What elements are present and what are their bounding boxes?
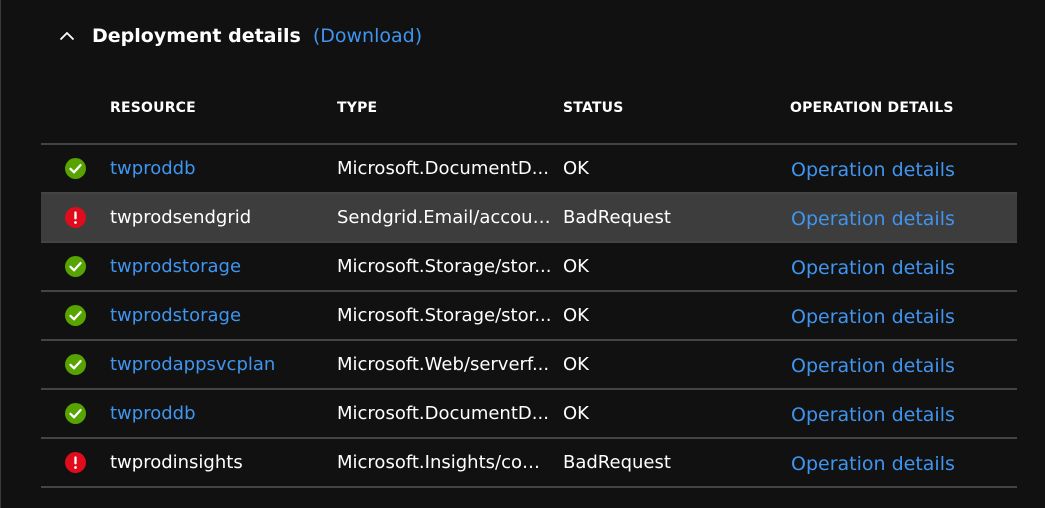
resource-name[interactable]: twproddb bbox=[110, 390, 196, 437]
status-text: BadRequest bbox=[563, 452, 671, 473]
resource-type: Microsoft.DocumentD... bbox=[337, 403, 549, 424]
chevron-up-icon[interactable] bbox=[57, 26, 77, 46]
operation-details-link[interactable]: Operation details bbox=[791, 392, 955, 439]
table-row[interactable]: twproddb Microsoft.DocumentD... OK Operatio… bbox=[41, 390, 1017, 439]
status-text: OK bbox=[563, 305, 589, 326]
resource-type: Microsoft.DocumentD... bbox=[337, 158, 549, 179]
operation-details-link[interactable]: Operation details bbox=[791, 147, 955, 194]
resource-name[interactable]: twproddb bbox=[110, 145, 196, 192]
table-row[interactable]: twprodinsights Microsoft.Insights/com... B… bbox=[41, 439, 1017, 488]
operation-details-link[interactable]: Operation details bbox=[791, 245, 955, 292]
resource-name[interactable]: twprodappsvcplan bbox=[110, 341, 275, 388]
resource-type: Sendgrid.Email/accounts bbox=[337, 207, 552, 228]
deployment-details-header: Deployment details (Download) bbox=[57, 22, 422, 50]
table-header: RESOURCE TYPE STATUS OPERATION DETAILS bbox=[41, 88, 1017, 145]
status-text: OK bbox=[563, 403, 589, 424]
download-link[interactable]: (Download) bbox=[313, 25, 422, 47]
table-row[interactable]: twprodappsvcplan Microsoft.Web/serverf...… bbox=[41, 341, 1017, 390]
column-header-status: STATUS bbox=[563, 100, 624, 116]
table-body: twproddb Microsoft.DocumentD... OK Operatio… bbox=[41, 145, 1017, 488]
status-text: OK bbox=[563, 354, 589, 375]
success-check-icon bbox=[65, 145, 87, 192]
table-row[interactable]: twprodsendgrid Sendgrid.Email/accounts Bad… bbox=[41, 194, 1017, 243]
success-check-icon bbox=[65, 292, 87, 339]
resource-type: Microsoft.Storage/stor... bbox=[337, 305, 552, 326]
column-header-type: TYPE bbox=[337, 100, 378, 116]
resource-name: twprodsendgrid bbox=[110, 207, 252, 228]
error-exclamation-icon bbox=[65, 439, 87, 486]
success-check-icon bbox=[65, 341, 87, 388]
status-text: OK bbox=[563, 158, 589, 179]
error-exclamation-icon bbox=[65, 194, 87, 241]
resource-name: twprodinsights bbox=[110, 452, 243, 473]
operation-details-link[interactable]: Operation details bbox=[791, 196, 955, 243]
column-header-operation-details: OPERATION DETAILS bbox=[790, 100, 954, 116]
resource-name[interactable]: twprodstorage bbox=[110, 292, 241, 339]
operation-details-link[interactable]: Operation details bbox=[791, 343, 955, 390]
column-header-resource: RESOURCE bbox=[110, 100, 196, 116]
table-row[interactable]: twprodstorage Microsoft.Storage/stor... OK… bbox=[41, 243, 1017, 292]
resource-type: Microsoft.Insights/com... bbox=[337, 452, 552, 473]
status-text: OK bbox=[563, 256, 589, 277]
deployment-details-table: RESOURCE TYPE STATUS OPERATION DETAILS t… bbox=[41, 88, 1017, 488]
deployment-panel: Deployment details (Download) RESOURCE T… bbox=[0, 0, 1045, 508]
operation-details-link[interactable]: Operation details bbox=[791, 441, 955, 488]
resource-name[interactable]: twprodstorage bbox=[110, 243, 241, 290]
resource-type: Microsoft.Storage/stor... bbox=[337, 256, 552, 277]
success-check-icon bbox=[65, 243, 87, 290]
resource-type: Microsoft.Web/serverf... bbox=[337, 354, 550, 375]
status-text: BadRequest bbox=[563, 207, 671, 228]
operation-details-link[interactable]: Operation details bbox=[791, 294, 955, 341]
section-title: Deployment details bbox=[92, 25, 301, 47]
table-row[interactable]: twproddb Microsoft.DocumentD... OK Operatio… bbox=[41, 145, 1017, 194]
table-row[interactable]: twprodstorage Microsoft.Storage/stor... OK… bbox=[41, 292, 1017, 341]
success-check-icon bbox=[65, 390, 87, 437]
